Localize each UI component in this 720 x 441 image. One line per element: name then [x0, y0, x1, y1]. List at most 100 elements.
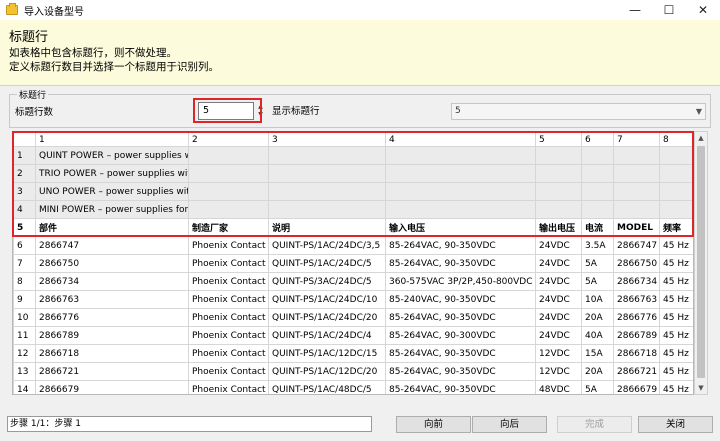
- grid-cell[interactable]: QUINT-PS/1AC/24DC/20: [268, 308, 386, 327]
- grid-cell[interactable]: 部件: [35, 218, 189, 237]
- grid-cell[interactable]: [188, 182, 269, 201]
- grid-cell[interactable]: 2866789: [613, 326, 660, 345]
- grid-cell[interactable]: 12VDC: [535, 362, 582, 381]
- grid-cell[interactable]: 45 Hz: [659, 236, 693, 255]
- grid-cell[interactable]: Phoenix Contact: [188, 326, 269, 345]
- grid-cell[interactable]: [268, 164, 386, 183]
- grid-cell[interactable]: 85-264VAC, 90-350VDC: [385, 236, 536, 255]
- row-number[interactable]: 10: [13, 308, 36, 327]
- grid-cell[interactable]: 2866721: [35, 362, 189, 381]
- next-button[interactable]: 向后: [472, 416, 547, 433]
- grid-cell[interactable]: 45 Hz: [659, 380, 693, 394]
- data-grid[interactable]: 1 2 3 4 5 6 7 8 1 QUINT POWER – power supplies wi…: [12, 131, 694, 395]
- grid-cell[interactable]: Phoenix Contact: [188, 308, 269, 327]
- title-row[interactable]: 1 QUINT POWER – power supplies wi: [13, 146, 693, 165]
- grid-cell[interactable]: QUINT-PS/1AC/12DC/20: [268, 362, 386, 381]
- grid-cell[interactable]: 45 Hz: [659, 362, 693, 381]
- grid-cell[interactable]: [535, 182, 582, 201]
- grid-cell[interactable]: 输入电压: [385, 218, 536, 237]
- back-button[interactable]: 向前: [396, 416, 471, 433]
- grid-cell[interactable]: UNO POWER – power supplies wit: [35, 182, 189, 201]
- grid-cell[interactable]: 85-264VAC, 90-350VDC: [385, 344, 536, 363]
- grid-cell[interactable]: 20A: [581, 308, 614, 327]
- grid-cell[interactable]: 2866718: [613, 344, 660, 363]
- grid-vertical-scrollbar[interactable]: ▲ ▼: [694, 131, 708, 395]
- grid-cell[interactable]: 24VDC: [535, 254, 582, 273]
- grid-cell[interactable]: Phoenix Contact: [188, 272, 269, 291]
- row-number[interactable]: 3: [13, 182, 36, 201]
- grid-cell[interactable]: 24VDC: [535, 236, 582, 255]
- close-button[interactable]: 关闭: [638, 416, 713, 433]
- grid-cell[interactable]: 2866721: [613, 362, 660, 381]
- grid-cell[interactable]: MODEL: [613, 218, 660, 237]
- grid-cell[interactable]: [268, 200, 386, 219]
- grid-cell[interactable]: 频率: [659, 218, 693, 237]
- grid-cell[interactable]: 85-264VAC, 90-350VDC: [385, 362, 536, 381]
- grid-cell[interactable]: 2866734: [35, 272, 189, 291]
- grid-cell[interactable]: Phoenix Contact: [188, 344, 269, 363]
- grid-cell[interactable]: [268, 182, 386, 201]
- grid-cell[interactable]: 85-264VAC, 90-350VDC: [385, 380, 536, 394]
- grid-cell[interactable]: [581, 182, 614, 201]
- grid-cell[interactable]: 10A: [581, 290, 614, 309]
- table-row[interactable]: 7 2866750 Phoenix Contact QUINT-PS/1AC/24DC…: [13, 254, 693, 273]
- grid-cell[interactable]: QUINT-PS/3AC/24DC/5: [268, 272, 386, 291]
- title-row[interactable]: 4 MINI POWER – power supplies for: [13, 200, 693, 219]
- grid-cell[interactable]: [535, 164, 582, 183]
- grid-cell[interactable]: 45 Hz: [659, 344, 693, 363]
- grid-cell[interactable]: 输出电压: [535, 218, 582, 237]
- grid-cell[interactable]: [659, 164, 693, 183]
- grid-cell[interactable]: Phoenix Contact: [188, 254, 269, 273]
- grid-cell[interactable]: 45 Hz: [659, 272, 693, 291]
- grid-cell[interactable]: QUINT-PS/1AC/24DC/10: [268, 290, 386, 309]
- grid-cell[interactable]: [188, 164, 269, 183]
- grid-cell[interactable]: MINI POWER – power supplies for: [35, 200, 189, 219]
- grid-cell[interactable]: 2866750: [35, 254, 189, 273]
- grid-cell[interactable]: 2866718: [35, 344, 189, 363]
- grid-cell[interactable]: 24VDC: [535, 326, 582, 345]
- grid-cell[interactable]: 24VDC: [535, 272, 582, 291]
- grid-cell[interactable]: 5A: [581, 380, 614, 394]
- table-row[interactable]: 11 2866789 Phoenix Contact QUINT-PS/1AC/24D…: [13, 326, 693, 345]
- title-row[interactable]: 3 UNO POWER – power supplies wit: [13, 182, 693, 201]
- grid-cell[interactable]: 85-264VAC, 90-350VDC: [385, 308, 536, 327]
- row-number[interactable]: 4: [13, 200, 36, 219]
- scroll-thumb[interactable]: [697, 146, 705, 378]
- grid-cell[interactable]: [581, 146, 614, 165]
- grid-cell[interactable]: 2866679: [35, 380, 189, 394]
- grid-cell[interactable]: [613, 164, 660, 183]
- table-row[interactable]: 14 2866679 Phoenix Contact QUINT-PS/1AC/48D…: [13, 380, 693, 394]
- grid-cell[interactable]: [385, 164, 536, 183]
- grid-cell[interactable]: 45 Hz: [659, 254, 693, 273]
- column-header[interactable]: 1: [35, 132, 189, 147]
- grid-cell[interactable]: 45 Hz: [659, 308, 693, 327]
- grid-cell[interactable]: Phoenix Contact: [188, 290, 269, 309]
- row-number[interactable]: 7: [13, 254, 36, 273]
- grid-cell[interactable]: TRIO POWER – power supplies wit: [35, 164, 189, 183]
- row-number[interactable]: 6: [13, 236, 36, 255]
- row-number[interactable]: 1: [13, 146, 36, 165]
- grid-cell[interactable]: [659, 182, 693, 201]
- scroll-up-icon[interactable]: ▲: [695, 132, 707, 144]
- grid-cell[interactable]: 5A: [581, 254, 614, 273]
- column-header[interactable]: 3: [268, 132, 386, 147]
- grid-cell[interactable]: 24VDC: [535, 290, 582, 309]
- grid-cell[interactable]: Phoenix Contact: [188, 380, 269, 394]
- grid-cell[interactable]: [188, 200, 269, 219]
- header-row[interactable]: 5 部件 制造厂家 说明 输入电压 输出电压 电流 MODEL 频率: [13, 218, 693, 237]
- grid-cell[interactable]: 2866679: [613, 380, 660, 394]
- row-number[interactable]: 14: [13, 380, 36, 394]
- title-row[interactable]: 2 TRIO POWER – power supplies wit: [13, 164, 693, 183]
- column-header[interactable]: 2: [188, 132, 269, 147]
- table-row[interactable]: 10 2866776 Phoenix Contact QUINT-PS/1AC/24D…: [13, 308, 693, 327]
- grid-cell[interactable]: 85-264VAC, 90-350VDC: [385, 254, 536, 273]
- row-number[interactable]: 8: [13, 272, 36, 291]
- grid-cell[interactable]: [613, 200, 660, 219]
- grid-cell[interactable]: 45 Hz: [659, 290, 693, 309]
- grid-cell[interactable]: 45 Hz: [659, 326, 693, 345]
- table-row[interactable]: 6 2866747 Phoenix Contact QUINT-PS/1AC/24DC…: [13, 236, 693, 255]
- row-number[interactable]: 9: [13, 290, 36, 309]
- grid-cell[interactable]: Phoenix Contact: [188, 236, 269, 255]
- grid-cell[interactable]: [613, 182, 660, 201]
- grid-cell[interactable]: 2866747: [613, 236, 660, 255]
